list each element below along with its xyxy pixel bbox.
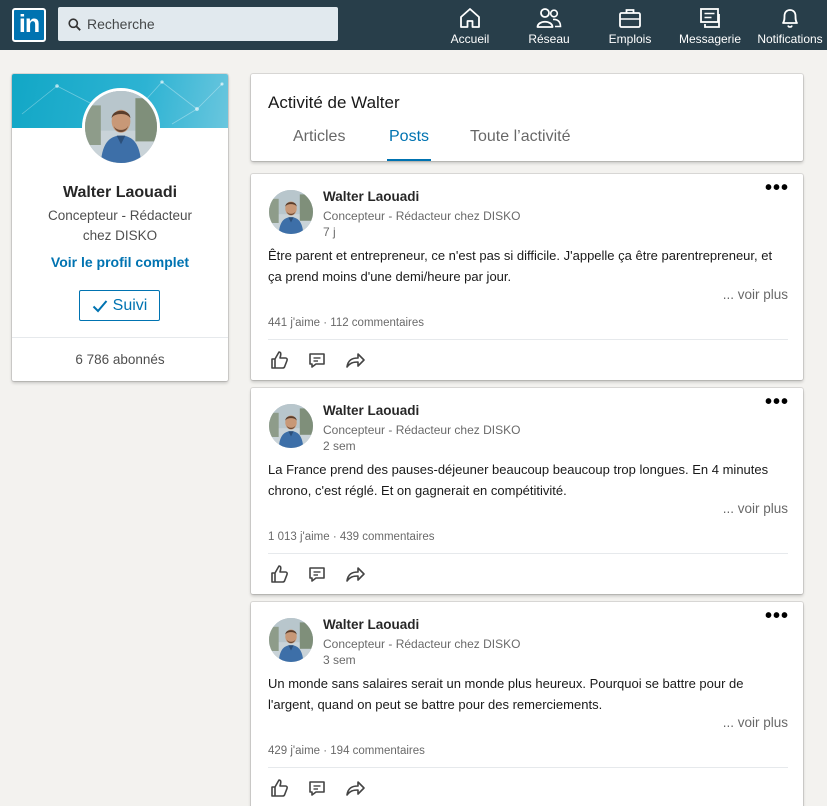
top-navbar: in Accueil Réseau Emplois (0, 0, 827, 50)
comment-icon[interactable] (306, 349, 328, 371)
share-icon[interactable] (344, 563, 366, 585)
post-card: Walter Laouadi Concepteur - Rédacteur ch… (251, 174, 803, 380)
home-icon (460, 8, 480, 28)
post-divider (268, 553, 788, 554)
post-more-options-icon[interactable]: ••• (765, 178, 789, 202)
comment-icon[interactable] (306, 777, 328, 799)
post-text: La France prend des pauses-déjeuner beau… (268, 462, 769, 498)
post-author-name[interactable]: Walter Laouadi (323, 403, 419, 418)
see-more-link[interactable]: ... voir plus (723, 287, 788, 302)
comment-icon[interactable] (306, 563, 328, 585)
tab-articles[interactable]: Articles (291, 128, 347, 161)
post-timestamp: 2 sem (323, 439, 356, 453)
post-card: Walter Laouadi Concepteur - Rédacteur ch… (251, 602, 803, 806)
bell-icon (782, 9, 798, 28)
briefcase-icon (619, 9, 641, 28)
like-icon[interactable] (268, 777, 290, 799)
activity-tabs: Articles Posts Toute l’activité (251, 122, 803, 161)
see-more-link[interactable]: ... voir plus (723, 501, 788, 516)
like-icon[interactable] (268, 349, 290, 371)
post-author-headline: Concepteur - Rédacteur chez DISKO (323, 209, 521, 223)
profile-avatar[interactable] (82, 88, 160, 166)
nav-jobs-label: Emplois (608, 32, 652, 46)
following-button[interactable]: Suivi (79, 290, 160, 321)
profile-card: Walter Laouadi Concepteur - Rédacteur ch… (12, 74, 228, 381)
share-icon[interactable] (344, 349, 366, 371)
tab-all-activity[interactable]: Toute l’activité (468, 128, 573, 161)
checkmark-icon (92, 299, 107, 312)
post-social-counts[interactable]: 441 j'aime · 112 commentaires (268, 317, 424, 329)
post-card: Walter Laouadi Concepteur - Rédacteur ch… (251, 388, 803, 594)
share-icon[interactable] (344, 777, 366, 799)
nav-network[interactable]: Réseau (522, 0, 576, 50)
network-icon (536, 8, 562, 28)
nav-home[interactable]: Accueil (446, 0, 494, 50)
nav-messaging-label: Messagerie (678, 32, 742, 46)
post-author-avatar[interactable] (269, 618, 313, 662)
search-icon (68, 17, 81, 31)
post-text: Être parent et entrepreneur, ce n'est pa… (268, 248, 773, 284)
search-input[interactable] (87, 16, 327, 32)
view-full-profile-link[interactable]: Voir le profil complet (12, 254, 228, 270)
post-text: Un monde sans salaires serait un monde p… (268, 676, 744, 712)
post-timestamp: 7 j (323, 225, 336, 239)
nav-jobs[interactable]: Emplois (603, 0, 657, 50)
profile-name[interactable]: Walter Laouadi (12, 184, 228, 202)
search-box[interactable] (58, 7, 338, 41)
profile-headline: Concepteur - Rédacteur chez DISKO (47, 208, 193, 243)
post-author-name[interactable]: Walter Laouadi (323, 617, 419, 632)
profile-divider (12, 337, 228, 338)
nav-home-label: Accueil (450, 32, 490, 46)
nav-network-label: Réseau (528, 32, 570, 46)
nav-notifications-label: Notifications (757, 32, 823, 46)
post-divider (268, 339, 788, 340)
nav-notifications[interactable]: Notifications (754, 0, 826, 50)
post-author-name[interactable]: Walter Laouadi (323, 189, 419, 204)
activity-title: Activité de Walter (268, 93, 400, 112)
activity-header: Activité de Walter Articles Posts Toute … (251, 74, 803, 161)
see-more-link[interactable]: ... voir plus (723, 715, 788, 730)
post-divider (268, 767, 788, 768)
like-icon[interactable] (268, 563, 290, 585)
post-author-headline: Concepteur - Rédacteur chez DISKO (323, 637, 521, 651)
post-timestamp: 3 sem (323, 653, 356, 667)
post-social-counts[interactable]: 429 j'aime · 194 commentaires (268, 745, 425, 757)
messaging-icon (700, 8, 720, 28)
linkedin-logo[interactable]: in (12, 8, 46, 42)
post-more-options-icon[interactable]: ••• (765, 606, 789, 630)
post-more-options-icon[interactable]: ••• (765, 392, 789, 416)
following-button-label: Suivi (112, 296, 148, 314)
tab-posts[interactable]: Posts (387, 128, 432, 161)
post-author-avatar[interactable] (269, 404, 313, 448)
followers-count: 6 786 abonnés (75, 352, 165, 367)
post-social-counts[interactable]: 1 013 j'aime · 439 commentaires (268, 531, 434, 543)
post-author-avatar[interactable] (269, 190, 313, 234)
nav-messaging[interactable]: Messagerie (676, 0, 744, 50)
post-author-headline: Concepteur - Rédacteur chez DISKO (323, 423, 521, 437)
